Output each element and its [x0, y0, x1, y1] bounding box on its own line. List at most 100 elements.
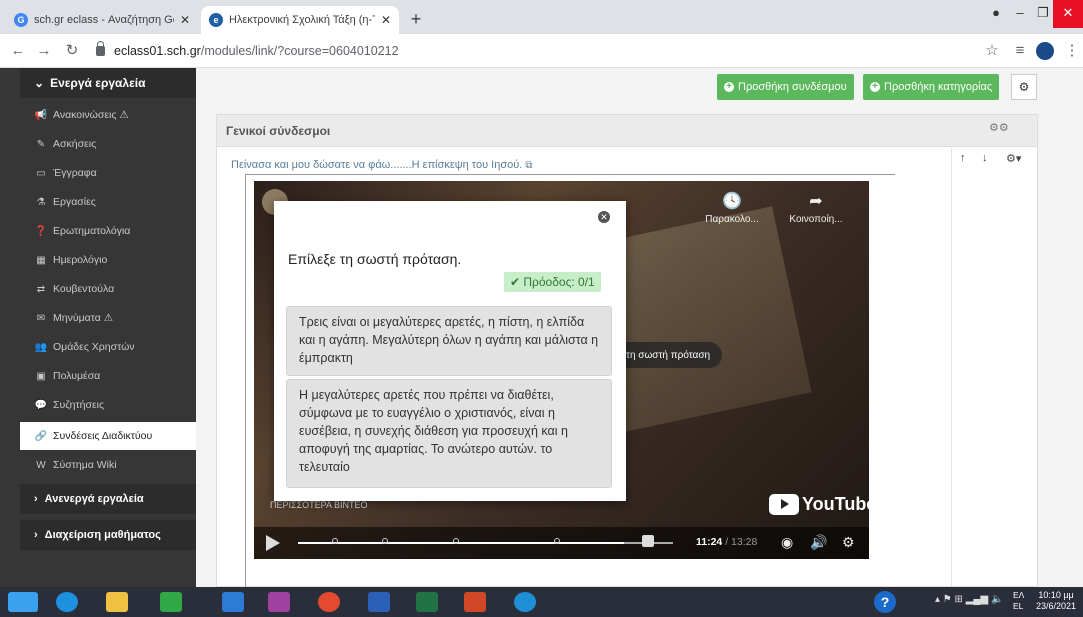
sidebar-item-label: Ανακοινώσεις ⚠: [53, 109, 129, 121]
sidebar-item-multimedia[interactable]: ▣ Πολυμέσα: [20, 363, 196, 389]
back-icon[interactable]: ←: [8, 41, 28, 61]
interaction-marker[interactable]: [453, 538, 459, 544]
sidebar-section-active-tools[interactable]: ⌄ Ενεργά εργαλεία: [20, 68, 196, 98]
reading-list-icon[interactable]: ≡: [1010, 41, 1030, 61]
sidebar-item-calendar[interactable]: ▦ Ημερολόγιο: [20, 247, 196, 273]
youtube-logo[interactable]: YouTube: [769, 494, 869, 515]
menu-kebab-icon[interactable]: ⋮: [1062, 41, 1082, 61]
word-icon[interactable]: [368, 592, 390, 612]
add-link-button[interactable]: + Προσθήκη συνδέσμου: [717, 74, 854, 100]
tab-title: sch.gr eclass - Αναζήτηση Google: [34, 14, 174, 26]
sidebar-item-questionnaires[interactable]: ❓ Ερωτηματολόγια: [20, 218, 196, 244]
sidebar-item-label: Πολυμέσα: [53, 370, 101, 382]
add-category-button[interactable]: + Προσθήκη κατηγορίας: [863, 74, 1000, 100]
move-down-icon[interactable]: ↓: [982, 152, 988, 164]
sidebar-item-announcements[interactable]: 📢 Ανακοινώσεις ⚠: [20, 102, 196, 128]
sidebar-item-label: Ασκήσεις: [53, 138, 97, 150]
link-item[interactable]: Πείνασα και μου δώσατε να φάω.......Η επ…: [231, 159, 532, 171]
internet-explorer-icon[interactable]: [56, 592, 78, 612]
play-icon[interactable]: [266, 535, 280, 551]
sidebar-item-forums[interactable]: 💬 Συζητήσεις: [20, 392, 196, 418]
sidebar-item-label: Έγγραφα: [53, 167, 97, 179]
sidebar-item-exercises[interactable]: ✎ Ασκήσεις: [20, 131, 196, 157]
chrome-icon[interactable]: [318, 592, 340, 612]
panel-title: Γενικοί σύνδεσμοι: [217, 115, 1037, 147]
more-videos-label[interactable]: ΠΕΡΙΣΣΟΤΕΡΑ ΒΙΝΤΕΟ: [270, 500, 367, 510]
sidebar-item-chat[interactable]: ⇄ Κουβεντούλα: [20, 276, 196, 302]
taskbar-clock[interactable]: 10:10 μμ 23/6/2021: [1036, 590, 1076, 612]
forward-icon[interactable]: →: [34, 41, 54, 61]
sidebar: ⌄ Ενεργά εργαλεία 📢 Ανακοινώσεις ⚠ ✎ Ασκήσε…: [0, 68, 196, 587]
sidebar-item-documents[interactable]: ▭ Έγγραφα: [20, 160, 196, 186]
question-icon: ❓: [34, 225, 48, 237]
extension-icon[interactable]: [1036, 42, 1054, 60]
sidebar-section-inactive-tools[interactable]: › Ανενεργά εργαλεία: [20, 484, 196, 514]
divider: [245, 174, 895, 175]
link-text[interactable]: Πείνασα και μου δώσατε να φάω.......Η επ…: [231, 159, 522, 171]
link-icon: 🔗: [34, 430, 48, 442]
lock-icon[interactable]: [642, 535, 654, 547]
settings-icon[interactable]: ⚙: [842, 534, 855, 551]
video-seekbar[interactable]: [298, 535, 673, 547]
volume-icon[interactable]: 🔊: [810, 534, 827, 551]
comments-icon: 💬: [34, 399, 48, 411]
new-tab-button[interactable]: +: [405, 8, 427, 30]
lang-bottom: EL: [1013, 601, 1024, 611]
youtube-small-icon[interactable]: ◉: [781, 534, 793, 551]
interaction-marker[interactable]: [332, 538, 338, 544]
close-tab-icon[interactable]: ✕: [381, 13, 391, 27]
sidebar-item-messages[interactable]: ✉ Μηνύματα ⚠: [20, 305, 196, 331]
sidebar-item-user-groups[interactable]: 👥 Ομάδες Χρηστών: [20, 334, 196, 360]
quiz-modal: ✕ Επίλεξε τη σωστή πρόταση. ✔ Πρόοδος: 0…: [274, 201, 626, 501]
bookmark-star-icon[interactable]: ☆: [982, 41, 1002, 61]
sidebar-item-links[interactable]: 🔗 Συνδέσεις Διαδικτύου: [20, 422, 196, 450]
video-controls: 11:24 / 13:28 ◉ 🔊 ⚙: [254, 527, 869, 559]
interaction-marker[interactable]: [382, 538, 388, 544]
sidebar-item-label: Συζητήσεις: [53, 399, 105, 411]
watch-later-button[interactable]: 🕓 Παρακολο...: [702, 191, 762, 225]
sidebar-item-label: Εργασίες: [53, 196, 96, 208]
external-link-icon: ⧉: [525, 160, 533, 171]
calendar-icon: ▦: [36, 254, 46, 266]
excel-icon[interactable]: [416, 592, 438, 612]
gear-dropdown-icon[interactable]: ⚙▾: [1006, 152, 1021, 165]
powerpoint-icon[interactable]: [464, 592, 486, 612]
windows-start-icon[interactable]: [8, 592, 38, 612]
quiz-question: Επίλεξε τη σωστή πρόταση.: [288, 251, 462, 267]
edge-icon[interactable]: [514, 592, 536, 612]
share-button[interactable]: ➦ Κοινοποίη...: [786, 191, 846, 225]
close-tab-icon[interactable]: ✕: [180, 13, 190, 27]
sidebar-item-wiki[interactable]: W Σύστημα Wiki: [20, 452, 196, 478]
interaction-marker[interactable]: [554, 538, 560, 544]
sidebar-section-course-admin[interactable]: › Διαχείριση μαθήματος: [20, 520, 196, 550]
close-icon[interactable]: ✕: [598, 211, 610, 223]
browser-tab-eclass[interactable]: e Ηλεκτρονική Σχολική Τάξη (η-Τάξη) ✕: [201, 6, 399, 34]
browser-tab-google[interactable]: G sch.gr eclass - Αναζήτηση Google ✕: [6, 6, 198, 34]
megaphone-icon: 📢: [34, 109, 48, 121]
help-icon[interactable]: ?: [874, 591, 896, 613]
quiz-progress-badge: ✔ Πρόοδος: 0/1: [504, 272, 601, 292]
move-up-icon[interactable]: ↑: [960, 152, 966, 164]
reload-icon[interactable]: ↻: [62, 41, 82, 61]
action-toolbar: + Προσθήκη συνδέσμου + Προσθήκη κατηγορίας…: [196, 68, 1083, 110]
url-field[interactable]: eclass01.sch.gr/modules/link/?course=060…: [96, 38, 996, 64]
file-explorer-icon[interactable]: [106, 592, 128, 612]
watch-later-label: Παρακολο...: [705, 214, 759, 225]
close-window-button[interactable]: ✕: [1053, 0, 1083, 28]
cogs-icon[interactable]: ⚙⚙: [989, 121, 1009, 134]
windows-taskbar: ? ▴ ⚑ ⊞ ▂▄▆ 🔈 ΕΛ EL 10:10 μμ 23/6/2021: [0, 587, 1083, 617]
app-icon[interactable]: [268, 592, 290, 612]
dropbox-icon[interactable]: [222, 592, 244, 612]
chevron-down-icon: ⌄: [34, 76, 45, 90]
sidebar-item-assignments[interactable]: ⚗ Εργασίες: [20, 189, 196, 215]
answer-option[interactable]: Η μεγαλύτερες αρετές που πρέπει να διαθέ…: [286, 379, 612, 488]
sidebar-item-label: Ημερολόγιο: [53, 254, 108, 266]
url-host: eclass01.sch.gr: [114, 44, 201, 58]
link-actions-column: ↑ ↓ ⚙▾: [951, 148, 1039, 588]
language-indicator[interactable]: ΕΛ EL: [1013, 590, 1024, 612]
system-tray-icons[interactable]: ▴ ⚑ ⊞ ▂▄▆ 🔈: [935, 594, 1003, 605]
answer-option[interactable]: Τρεις είναι οι μεγαλύτερες αρετές, η πίσ…: [286, 306, 612, 376]
store-icon[interactable]: [160, 592, 182, 612]
settings-gear-button[interactable]: ⚙: [1011, 74, 1037, 100]
clock-time: 10:10 μμ: [1038, 590, 1074, 600]
